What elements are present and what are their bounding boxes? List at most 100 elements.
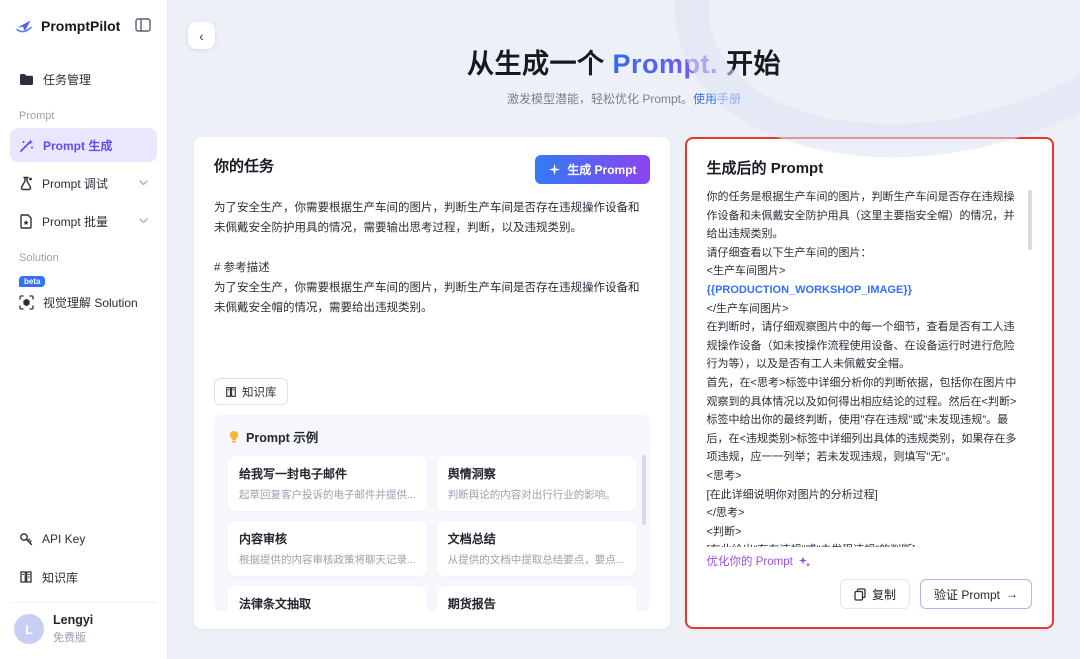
- sidebar: PromptPilot 任务管理 Prompt Prompt 生成 Prompt…: [0, 0, 168, 659]
- back-button[interactable]: ‹: [188, 22, 215, 49]
- prompt-line: 在判断时，请仔细观察图片中的每一个细节，查看是否有工人违规操作设备（如未按操作流…: [706, 321, 1015, 371]
- validate-label: 验证 Prompt: [933, 587, 1000, 602]
- subtitle-text: 激发模型潜能，轻松优化 Prompt。: [506, 92, 693, 106]
- prompt-line: 请仔细查看以下生产车间的图片：: [706, 246, 872, 259]
- sidebar-item-label: API Key: [42, 532, 86, 546]
- prompt-line: </生产车间图片>: [706, 302, 789, 315]
- chevron-down-icon: [139, 218, 148, 224]
- example-card-legal[interactable]: 法律条文抽取: [228, 586, 427, 611]
- example-card-email[interactable]: 给我写一封电子邮件 起草回复客户投诉的电子邮件并提供...: [228, 456, 427, 511]
- example-desc: 判断舆论的内容对出行行业的影响。: [447, 489, 616, 501]
- generate-prompt-label: 生成 Prompt: [567, 163, 637, 177]
- lightbulb-icon: [228, 430, 240, 444]
- avatar: L: [14, 614, 44, 644]
- sidebar-item-prompt-debug[interactable]: Prompt 调试: [10, 166, 157, 200]
- prompt-line: <生产车间图片>: [706, 265, 786, 278]
- sidebar-item-api-key[interactable]: API Key: [10, 522, 157, 556]
- example-card-futures[interactable]: 期货报告: [436, 586, 636, 611]
- sidebar-item-label: Prompt 生成: [43, 138, 113, 153]
- prompt-examples-panel: Prompt 示例 给我写一封电子邮件 起草回复客户投诉的电子邮件并提供... …: [214, 415, 650, 611]
- main-content: ‹ 从生成一个 Prompt. 开始 激发模型潜能，轻松优化 Prompt。使用…: [168, 0, 1080, 659]
- promptpilot-logo-icon: [14, 16, 34, 36]
- magic-wand-icon: [19, 138, 34, 153]
- output-panel-title: 生成后的 Prompt: [706, 160, 824, 177]
- title-prefix: 从生成一个: [466, 49, 613, 79]
- sidebar-item-label: Prompt 调试: [42, 176, 109, 191]
- sidebar-item-knowledge-base[interactable]: 知识库: [10, 560, 157, 594]
- copy-icon: [854, 587, 866, 601]
- sidebar-item-label: 任务管理: [43, 72, 92, 87]
- title-highlight: Prompt.: [612, 49, 718, 79]
- example-title: 文档总结: [447, 532, 496, 546]
- app-title: PromptPilot: [41, 18, 121, 34]
- task-text-paragraph: 为了安全生产，你需要根据生产车间的图片，判断生产车间是否存在违规操作设备和未佩戴…: [214, 282, 640, 314]
- user-name: Lengyi: [53, 613, 94, 627]
- knowledge-base-label: 知识库: [242, 386, 277, 399]
- manual-link[interactable]: 使用手册: [693, 92, 741, 106]
- logo: PromptPilot: [10, 16, 157, 36]
- sidebar-section-solution: Solution: [19, 252, 59, 264]
- prompt-scrollbar[interactable]: [1028, 190, 1032, 250]
- page-title: 从生成一个 Prompt. 开始: [194, 42, 1054, 81]
- sidebar-item-prompt-generate[interactable]: Prompt 生成: [10, 128, 157, 162]
- sidebar-item-label: 知识库: [42, 570, 79, 585]
- example-desc: 从提供的文档中提取总结要点，要点...: [447, 554, 625, 566]
- example-title: 法律条文抽取: [239, 597, 312, 611]
- title-suffix: 开始: [718, 49, 782, 79]
- task-panel: 你的任务 生成 Prompt 为了安全生产，你需要根据生产车间的图片，判断生产车…: [194, 137, 670, 629]
- example-desc: 根据提供的内容审核政策将聊天记录...: [239, 554, 416, 566]
- book-icon: [19, 570, 33, 584]
- collapse-sidebar-icon[interactable]: [135, 18, 153, 34]
- prompt-line: 你的任务是根据生产车间的图片，判断生产车间是否存在违规操作设备和未佩戴安全防护用…: [706, 191, 1015, 241]
- task-input[interactable]: 为了安全生产，你需要根据生产车间的图片，判断生产车间是否存在违规操作设备和未佩戴…: [214, 198, 650, 318]
- prompt-line: 首先，在<思考>标签中详细分析你的判断依据，包括你在图片中观察到的具体情况以及如…: [706, 376, 1017, 464]
- example-title: 期货报告: [447, 597, 496, 611]
- sparkles-icon: [798, 555, 811, 568]
- copy-label: 复制: [871, 587, 896, 602]
- sidebar-item-label: Prompt 批量: [42, 214, 109, 229]
- generate-prompt-button[interactable]: 生成 Prompt: [535, 155, 650, 184]
- prompt-variable-token: {{PRODUCTION_WORKSHOP_IMAGE}}: [706, 283, 912, 296]
- key-icon: [19, 532, 33, 546]
- sidebar-item-task-management[interactable]: 任务管理: [10, 62, 157, 96]
- example-desc: 起草回复客户投诉的电子邮件并提供...: [239, 489, 416, 501]
- prompt-line: [在此给出"存在违规"或"未发现违规"的判断]: [707, 541, 1022, 547]
- flask-icon: [19, 176, 33, 191]
- optimize-prompt-label: 优化你的 Prompt: [706, 556, 793, 568]
- examples-scrollbar[interactable]: [641, 455, 646, 525]
- arrow-right-icon: →: [1006, 587, 1018, 601]
- prompt-line: <思考>: [706, 469, 742, 482]
- example-title: 内容审核: [239, 532, 288, 546]
- chevron-left-icon: ‹: [199, 27, 204, 44]
- sidebar-section-prompt: Prompt: [19, 110, 55, 122]
- hero-header: 从生成一个 Prompt. 开始 激发模型潜能，轻松优化 Prompt。使用手册: [194, 42, 1054, 107]
- batch-doc-icon: [19, 213, 33, 229]
- sidebar-item-prompt-batch[interactable]: Prompt 批量: [10, 204, 157, 238]
- example-card-sentiment[interactable]: 舆情洞察 判断舆论的内容对出行行业的影响。: [436, 456, 636, 511]
- examples-title: Prompt 示例: [246, 431, 319, 445]
- copy-button[interactable]: 复制: [839, 579, 910, 609]
- sidebar-bottom: API Key 知识库 L Lengyi 免费版: [10, 522, 157, 647]
- task-text-paragraph: 为了安全生产，你需要根据生产车间的图片，判断生产车间是否存在违规操作设备和未佩戴…: [214, 202, 640, 234]
- validate-prompt-button[interactable]: 验证 Prompt →: [919, 579, 1032, 609]
- prompt-line: [在此详细说明你对图片的分析过程]: [706, 488, 878, 501]
- knowledge-base-button[interactable]: 知识库: [214, 378, 288, 405]
- prompt-line: </思考>: [706, 507, 745, 520]
- task-panel-title: 你的任务: [214, 158, 275, 175]
- user-profile[interactable]: L Lengyi 免费版: [10, 602, 157, 647]
- example-title: 给我写一封电子邮件: [239, 467, 348, 481]
- task-text-heading: # 参考描述: [214, 262, 270, 274]
- example-card-doc-summary[interactable]: 文档总结 从提供的文档中提取总结要点，要点...: [436, 521, 636, 576]
- sidebar-item-vision-solution[interactable]: 视觉理解 Solution: [10, 285, 157, 319]
- example-card-moderation[interactable]: 内容审核 根据提供的内容审核政策将聊天记录...: [228, 521, 427, 576]
- cube-scan-icon: [19, 294, 34, 310]
- page-subtitle: 激发模型潜能，轻松优化 Prompt。使用手册: [194, 90, 1054, 107]
- sidebar-item-label: 视觉理解 Solution: [43, 295, 138, 310]
- folder-icon: [19, 73, 34, 86]
- generated-prompt-text[interactable]: 你的任务是根据生产车间的图片，判断生产车间是否存在违规操作设备和未佩戴安全防护用…: [707, 188, 1032, 547]
- user-plan: 免费版: [53, 632, 86, 644]
- optimize-prompt-link[interactable]: 优化你的 Prompt: [707, 553, 1032, 569]
- generated-prompt-panel: 生成后的 Prompt 你的任务是根据生产车间的图片，判断生产车间是否存在违规操…: [684, 137, 1054, 629]
- book-icon: [225, 386, 237, 398]
